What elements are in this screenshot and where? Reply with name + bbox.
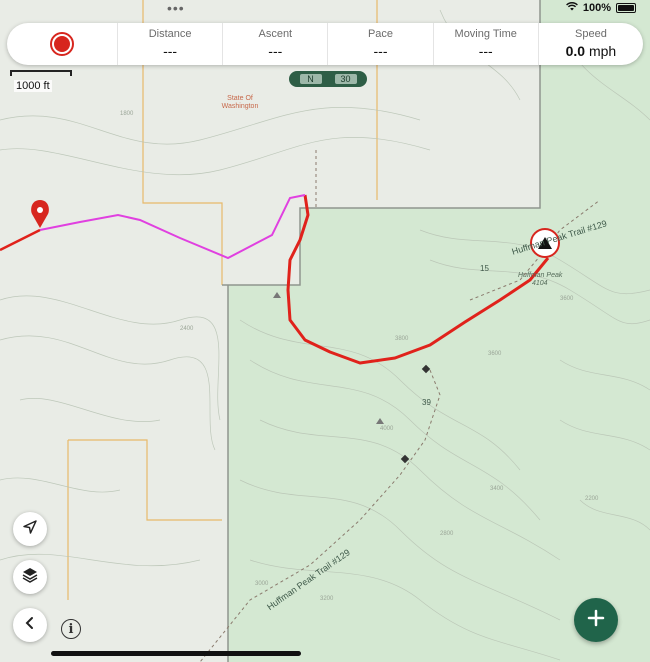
stats-bar: Distance --- Ascent --- Pace --- Moving … [7,23,643,65]
land-owner-label: State Of Washington [221,95,259,110]
add-button[interactable] [574,598,618,642]
stat-label: Speed [575,28,607,40]
stat-ascent[interactable]: Ascent --- [223,23,329,65]
home-indicator[interactable] [51,651,301,656]
stat-distance[interactable]: Distance --- [118,23,224,65]
layers-button[interactable] [13,560,47,594]
speed-unit: mph [588,43,617,59]
scale-label: 1000 ft [14,80,52,92]
peak-name-label: Huffman Peak [518,272,563,279]
stat-speed[interactable]: Speed 0.0 mph [539,23,643,65]
contour-label: 2200 [585,496,599,502]
stat-value: --- [268,43,283,59]
location-arrow-icon [22,519,38,540]
plus-icon [586,608,606,633]
contour-label: 2800 [440,531,454,537]
stat-label: Distance [148,28,192,40]
peak-elevation-label: 4104 [532,280,548,287]
stat-pace[interactable]: Pace --- [328,23,434,65]
contour-label: 3200 [320,596,334,602]
record-icon[interactable] [50,32,74,56]
stat-label: Pace [367,28,394,40]
heading-indicator[interactable]: N 30 [289,71,367,87]
record-cell [7,23,118,65]
road-number-39: 39 [422,398,431,407]
heading-north: N [299,74,322,84]
stat-value: --- [478,43,493,59]
chevron-left-icon [24,616,36,635]
status-bar: 100% [565,2,636,14]
contour-label: 4000 [380,426,394,432]
stat-value: --- [163,43,178,59]
contour-label: 2400 [180,326,194,332]
contour-label: 3800 [395,336,409,342]
contour-label: 3600 [560,296,574,302]
info-icon[interactable]: i [61,619,81,639]
stat-label: Moving Time [454,28,517,40]
battery-icon [616,3,636,13]
battery-text: 100% [582,2,611,14]
wifi-icon [565,2,578,14]
scale-bar: 1000 ft [10,70,72,94]
contour-label: 3400 [490,486,504,492]
back-button[interactable] [13,608,47,642]
location-button[interactable] [13,512,47,546]
contour-label: 3600 [488,351,502,357]
stat-label: Ascent [258,28,293,40]
stat-value: 0.0 mph [539,43,643,59]
scale-bar-line [10,70,72,76]
layers-icon [21,566,39,589]
heading-value: 30 [334,74,357,84]
speed-value: 0.0 [565,43,586,59]
road-number-15: 15 [480,264,489,273]
stat-moving-time[interactable]: Moving Time --- [434,23,539,65]
contour-label: 1800 [120,111,134,117]
multitask-dots[interactable]: ••• [167,1,185,15]
contour-label: 3000 [255,581,269,587]
stat-value: --- [373,43,388,59]
